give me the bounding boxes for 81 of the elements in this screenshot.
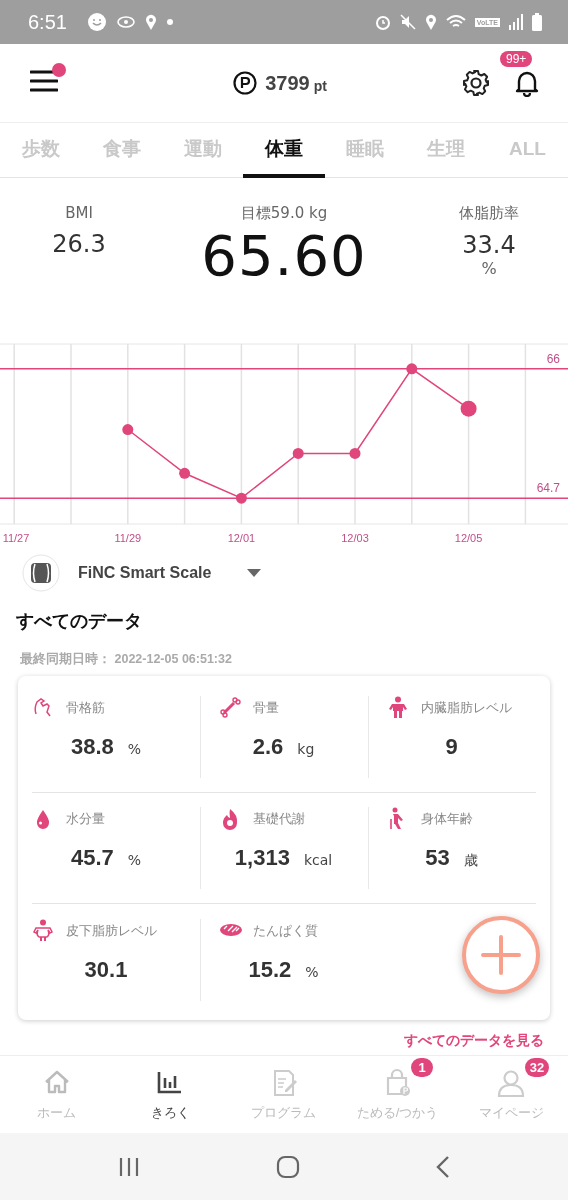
device-selector[interactable]: FiNC Smart Scale — [22, 549, 262, 597]
metric-value: 15.2 — [248, 956, 292, 983]
alarm-icon — [374, 14, 391, 30]
metric-label: 基礎代謝 — [253, 810, 305, 828]
location-icon — [424, 14, 437, 30]
notification-icon[interactable] — [514, 69, 540, 97]
location-icon — [144, 14, 157, 30]
y-tick-label: 66 — [546, 351, 560, 366]
points-unit: pt — [313, 78, 327, 94]
sync-timestamp: 最終同期日時： 2022-12-05 06:51:32 — [20, 651, 233, 668]
home-button[interactable] — [276, 1154, 300, 1179]
section-title: すべてのデータ — [16, 609, 143, 633]
metric-value: 53 — [425, 845, 450, 871]
x-tick-label: 12/05 — [454, 532, 483, 544]
bone-icon — [219, 696, 243, 720]
metric-label: 骨格筋 — [66, 699, 105, 717]
eye-icon — [116, 16, 135, 28]
settings-icon[interactable] — [462, 69, 490, 97]
metric-value: 1,313 — [234, 845, 290, 871]
count-badge: 32 — [524, 1058, 550, 1077]
stat-label: BMI — [65, 204, 93, 222]
status-time: 6:51 — [28, 10, 67, 34]
x-tick-label: 11/29 — [114, 532, 142, 544]
data-point[interactable] — [235, 492, 247, 504]
y-tick-label: 64.7 — [536, 481, 560, 496]
metric-label: 内臓脂肪レベル — [421, 699, 512, 717]
stat-unit: % — [481, 259, 497, 278]
metric-label: たんぱく質 — [253, 921, 318, 940]
metric-value: 2.6 — [252, 734, 284, 760]
metric-label: 骨量 — [253, 699, 279, 717]
signal-icon — [509, 14, 523, 30]
points-value: 3799 — [265, 71, 310, 95]
tab[interactable]: 体重 — [243, 123, 325, 178]
nav-tab[interactable]: ためる/つかう 1 — [340, 1056, 455, 1133]
add-button[interactable] — [462, 916, 540, 994]
battery-icon — [532, 13, 542, 31]
stat-value: 33.4 — [462, 231, 516, 259]
x-tick-label: 12/03 — [341, 532, 369, 544]
stat-label: 体脂肪率 — [459, 204, 519, 223]
stat-value: 26.3 — [52, 230, 106, 258]
notification-badge: 99+ — [500, 51, 533, 67]
scale-icon — [22, 554, 60, 592]
metric-label: 身体年齢 — [421, 810, 473, 828]
smiley-icon — [86, 12, 107, 32]
plus-icon — [479, 933, 523, 977]
metric-label: 水分量 — [66, 810, 105, 828]
metric-value: 45.7 — [70, 845, 114, 871]
points-icon — [233, 71, 258, 95]
nav-tab[interactable]: きろく — [113, 1056, 228, 1133]
metric-unit: kcal — [303, 852, 333, 868]
metric-unit: kg — [297, 741, 315, 757]
stat-label: 目標59.0 kg — [240, 204, 328, 223]
recent-apps-button[interactable] — [118, 1156, 140, 1177]
x-tick-label: 12/01 — [227, 532, 256, 544]
metric-value: 9 — [445, 734, 458, 760]
body-icon — [32, 918, 56, 943]
metric-value: 38.8 — [70, 734, 114, 760]
data-point[interactable] — [122, 424, 134, 435]
data-point[interactable] — [349, 447, 361, 459]
metric-value: 30.1 — [84, 956, 128, 983]
see-all-link[interactable]: すべてのデータを見る — [0, 1032, 544, 1048]
caret-icon — [247, 569, 262, 577]
dot-icon — [166, 19, 173, 25]
data-point[interactable] — [179, 467, 191, 479]
metric-unit: % — [305, 963, 319, 980]
metric-label: 皮下脂肪レベル — [66, 921, 157, 940]
menu-button[interactable] — [30, 69, 58, 93]
weight-value: 65.60 — [201, 223, 367, 288]
wifi-icon — [445, 14, 466, 30]
mute-icon — [399, 14, 416, 30]
metric-unit: % — [127, 741, 142, 757]
metric-unit: % — [127, 852, 142, 868]
data-point[interactable] — [292, 447, 304, 459]
count-badge: 1 — [411, 1058, 434, 1077]
x-tick-label: 11/27 — [2, 532, 30, 544]
person-icon — [496, 1067, 527, 1098]
nav-tab[interactable]: プログラム — [227, 1056, 341, 1133]
data-point[interactable] — [460, 400, 477, 417]
data-point[interactable] — [406, 363, 418, 375]
metric-unit: 歳 — [463, 852, 478, 870]
back-button[interactable] — [436, 1155, 450, 1178]
